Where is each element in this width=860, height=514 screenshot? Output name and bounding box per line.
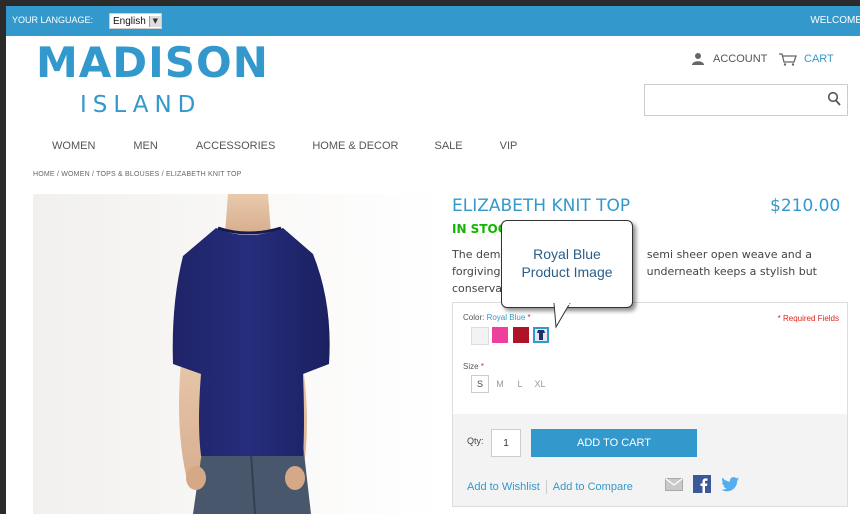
callout-pointer: [553, 303, 571, 329]
nav-item-sale[interactable]: SALE: [435, 140, 463, 152]
product-links: Add to Wishlist Add to Compare: [467, 480, 633, 494]
language-select[interactable]: English ▼: [109, 13, 162, 29]
product-name: ELIZABETH KNIT TOP: [452, 196, 631, 216]
size-option-label: Size *: [463, 362, 484, 371]
swatch-top-icon: [537, 330, 545, 340]
required-asterisk: *: [527, 313, 531, 322]
size-label: Size: [463, 362, 479, 371]
product-image[interactable]: [33, 194, 443, 514]
search-input[interactable]: [644, 84, 848, 116]
search-icon[interactable]: [827, 91, 841, 107]
link-divider: [545, 480, 547, 494]
cart-link[interactable]: CART: [778, 52, 834, 66]
add-to-compare-link[interactable]: Add to Compare: [553, 481, 633, 493]
callout-line-1: Royal Blue: [533, 246, 601, 262]
selected-color: Royal Blue: [486, 313, 526, 322]
swatch-red[interactable]: [513, 327, 529, 343]
nav-item-vip[interactable]: VIP: [500, 140, 518, 152]
main-nav: WOMEN MEN ACCESSORIES HOME & DECOR SALE …: [52, 140, 517, 152]
add-to-cart-box: Qty: 1 ADD TO CART Add to Wishlist Add t…: [452, 414, 848, 507]
logo-madison[interactable]: MADISON: [36, 42, 269, 84]
callout-bubble: Royal Blue Product Image: [501, 220, 633, 308]
swatch-white[interactable]: [471, 327, 489, 345]
desc-line-1-start: The demu: [452, 248, 508, 261]
callout-text: Royal Blue Product Image: [502, 245, 632, 281]
chevron-down-icon: ▼: [148, 15, 161, 27]
color-option-label: Color: Royal Blue *: [463, 313, 531, 322]
size-s[interactable]: S: [471, 375, 489, 393]
color-label: Color:: [463, 313, 485, 322]
nav-item-accessories[interactable]: ACCESSORIES: [196, 140, 275, 152]
size-l[interactable]: L: [511, 375, 529, 393]
account-label: ACCOUNT: [713, 52, 768, 65]
qty-input[interactable]: 1: [491, 429, 521, 457]
required-fields-note: * Required Fields: [777, 314, 839, 323]
twitter-icon[interactable]: [721, 476, 739, 492]
email-icon[interactable]: [665, 477, 683, 491]
breadcrumb[interactable]: HOME / WOMEN / TOPS & BLOUSES / ELIZABET…: [33, 171, 242, 178]
person-icon: [692, 53, 704, 65]
size-m[interactable]: M: [491, 375, 509, 393]
language-value: English: [113, 15, 146, 27]
size-xl[interactable]: XL: [531, 375, 549, 393]
callout-line-2: Product Image: [521, 264, 613, 280]
product-price: $210.00: [770, 196, 841, 216]
product-photo-illustration: [172, 194, 330, 514]
cart-icon: [779, 53, 797, 66]
desc-line-1-end: semi sheer open weave and a: [646, 248, 812, 261]
swatch-royal-blue[interactable]: [533, 327, 549, 343]
add-to-cart-button[interactable]: ADD TO CART: [531, 429, 697, 457]
language-label: YOUR LANGUAGE:: [12, 15, 94, 25]
desc-line-2-end: underneath keeps a stylish but: [646, 265, 817, 278]
cart-label: CART: [804, 53, 834, 65]
logo-island[interactable]: ISLAND: [80, 94, 201, 117]
share-icons: [665, 475, 739, 493]
nav-item-men[interactable]: MEN: [133, 140, 157, 152]
swatch-pink[interactable]: [492, 327, 508, 343]
product-options: Color: Royal Blue * * Required Fields Si…: [452, 302, 848, 416]
qty-label: Qty:: [467, 436, 484, 446]
welcome-text: WELCOME: [810, 15, 860, 26]
nav-item-home-decor[interactable]: HOME & DECOR: [312, 140, 398, 152]
facebook-icon[interactable]: [693, 475, 711, 493]
nav-item-women[interactable]: WOMEN: [52, 140, 95, 152]
required-asterisk-size: *: [480, 362, 484, 371]
page-frame: YOUR LANGUAGE: English ▼ WELCOME MADISON…: [6, 6, 860, 514]
add-to-wishlist-link[interactable]: Add to Wishlist: [467, 481, 540, 493]
account-link[interactable]: ACCOUNT: [691, 52, 767, 65]
top-bar: YOUR LANGUAGE: English ▼ WELCOME: [6, 6, 860, 36]
